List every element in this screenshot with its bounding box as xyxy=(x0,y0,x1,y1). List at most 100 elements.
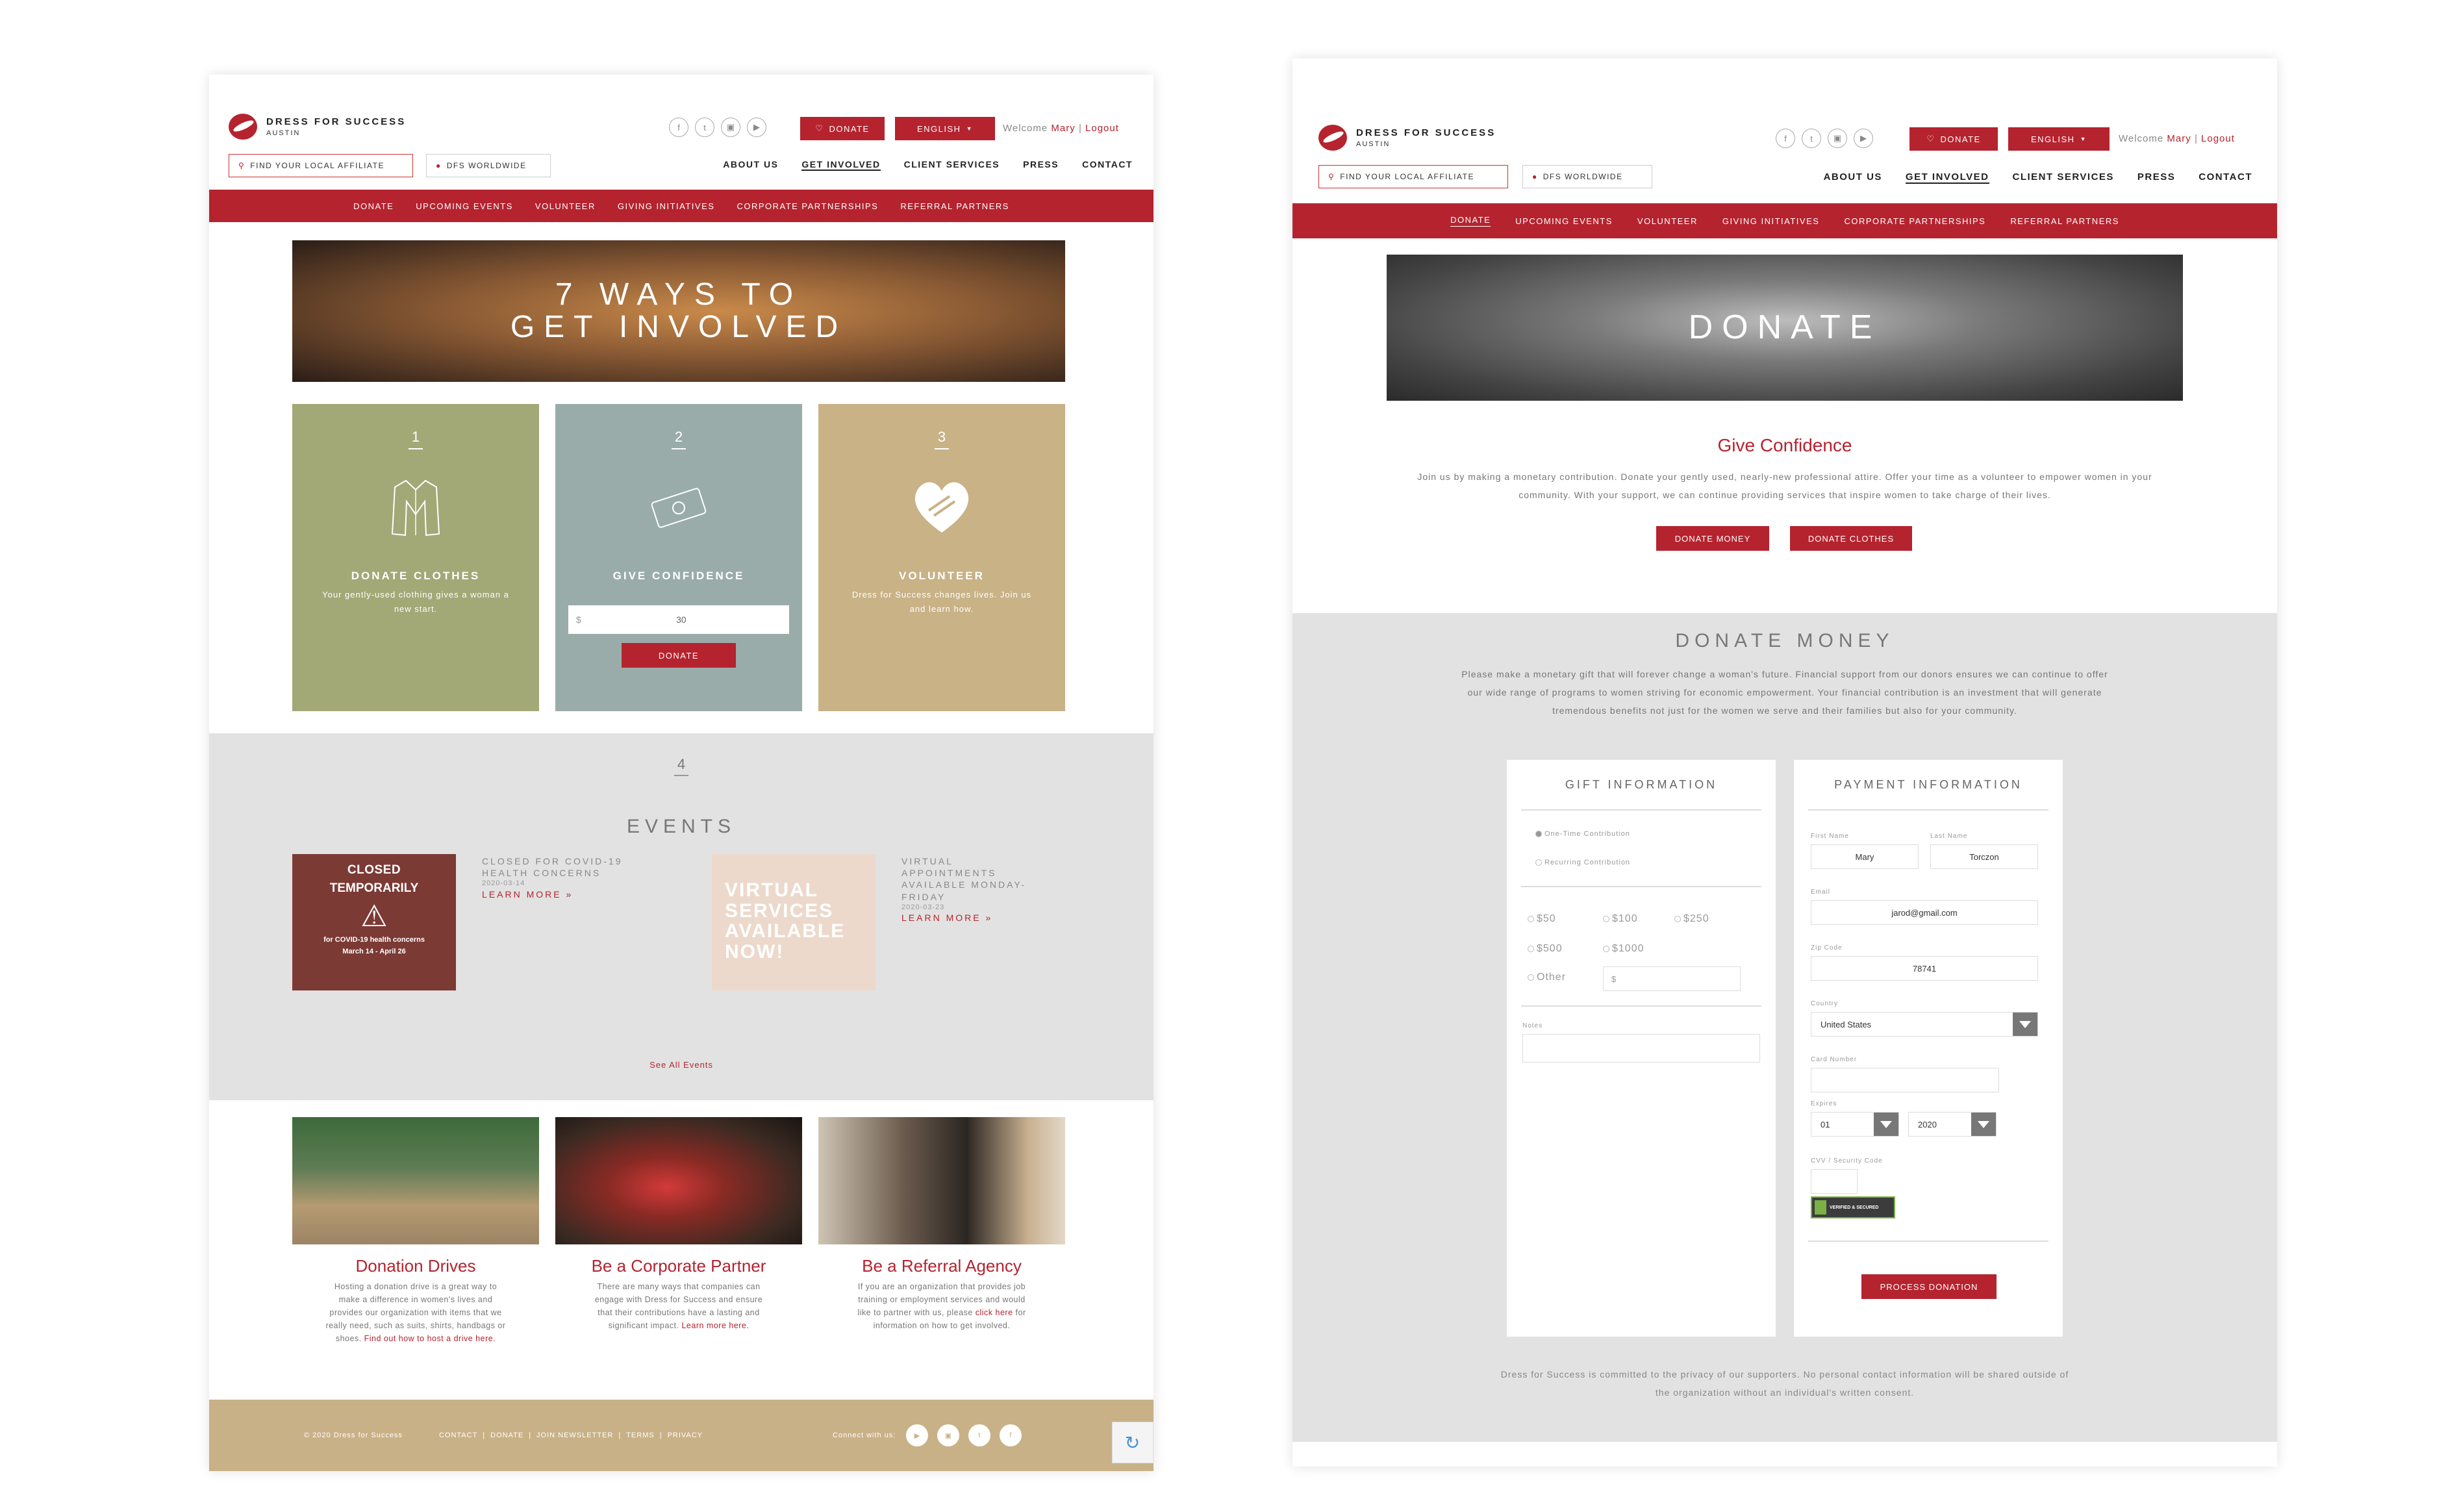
twitter-icon[interactable]: t xyxy=(1802,129,1821,148)
country-select[interactable]: United States xyxy=(1811,1012,2038,1037)
dfs-logo[interactable]: DRESS FOR SUCCESS AUSTIN xyxy=(229,114,406,140)
instagram-icon[interactable]: ▣ xyxy=(1828,129,1847,148)
dfs-worldwide-button[interactable]: ● DFS WORLDWIDE xyxy=(426,154,551,177)
sub-nav: DONATE UPCOMING EVENTS VOLUNTEER GIVING … xyxy=(209,190,1153,222)
closed-badge[interactable]: CLOSED TEMPORARILY ⚠ for COVID-19 health… xyxy=(292,854,456,990)
nav-contact[interactable]: CONTACT xyxy=(1082,159,1133,171)
zip-input[interactable]: 78741 xyxy=(1811,956,2038,981)
nav-client-services[interactable]: CLIENT SERVICES xyxy=(904,159,1000,171)
logout-link[interactable]: Logout xyxy=(1085,123,1119,134)
amount-100[interactable]: $100 xyxy=(1603,913,1638,925)
one-time-radio[interactable]: One-Time Contribution xyxy=(1535,830,1630,838)
twitter-icon[interactable]: t xyxy=(968,1424,991,1446)
email-input[interactable]: jarod@gmail.com xyxy=(1811,900,2038,925)
card-volunteer[interactable]: 3 VOLUNTEER Dress for Success changes li… xyxy=(818,404,1065,711)
promo-link[interactable]: Find out how to host a drive here. xyxy=(364,1334,496,1343)
nav-client-services[interactable]: CLIENT SERVICES xyxy=(2013,171,2114,184)
expiry-year-select[interactable]: 2020 xyxy=(1908,1112,1997,1137)
amount-1000[interactable]: $1000 xyxy=(1603,943,1644,955)
last-name-input[interactable]: Torczon xyxy=(1930,844,2038,869)
notes-textarea[interactable] xyxy=(1522,1034,1760,1063)
nav-get-involved[interactable]: GET INVOLVED xyxy=(801,159,881,171)
instagram-icon[interactable]: ▣ xyxy=(937,1424,960,1446)
user-link[interactable]: Mary xyxy=(1051,123,1075,134)
promo-link[interactable]: Learn more here. xyxy=(681,1321,749,1330)
subnav-donate[interactable]: DONATE xyxy=(1450,215,1491,227)
facebook-icon[interactable]: f xyxy=(1000,1424,1022,1446)
zip-label: Zip Code xyxy=(1811,944,1843,951)
amount-input[interactable]: $ 30 xyxy=(568,605,789,634)
event-2-learn-more[interactable]: LEARN MORE » xyxy=(901,912,1051,924)
process-donation-button[interactable]: PROCESS DONATION xyxy=(1861,1274,1997,1299)
footer-link-terms[interactable]: TERMS xyxy=(626,1431,655,1439)
nav-get-involved[interactable]: GET INVOLVED xyxy=(1905,171,1989,184)
subnav-upcoming-events[interactable]: UPCOMING EVENTS xyxy=(1515,216,1613,226)
donate-money-button[interactable]: DONATE MONEY xyxy=(1656,526,1769,551)
facebook-icon[interactable]: f xyxy=(669,118,688,137)
user-link[interactable]: Mary xyxy=(2167,133,2191,144)
donate-clothes-button[interactable]: DONATE CLOTHES xyxy=(1790,526,1912,551)
promo-link[interactable]: click here xyxy=(976,1308,1013,1317)
subnav-volunteer[interactable]: VOLUNTEER xyxy=(535,201,596,211)
virtual-badge[interactable]: VIRTUAL SERVICES AVAILABLE NOW! xyxy=(712,854,876,990)
nav-contact[interactable]: CONTACT xyxy=(2199,171,2252,184)
subnav-corporate-partnerships[interactable]: CORPORATE PARTNERSHIPS xyxy=(737,201,878,211)
subnav-referral-partners[interactable]: REFERRAL PARTNERS xyxy=(2010,216,2119,226)
subnav-giving-initiatives[interactable]: GIVING INITIATIVES xyxy=(618,201,715,211)
find-affiliate-button[interactable]: ⚲ FIND YOUR LOCAL AFFILIATE xyxy=(1318,165,1508,188)
promo-title[interactable]: Donation Drives xyxy=(292,1256,539,1276)
footer-connect: Connect with us: xyxy=(833,1431,896,1439)
jacket-icon xyxy=(391,479,440,536)
subnav-referral-partners[interactable]: REFERRAL PARTNERS xyxy=(900,201,1009,211)
card-donate-button[interactable]: DONATE xyxy=(622,643,736,668)
recaptcha-icon[interactable]: ↻ xyxy=(1112,1422,1153,1463)
promo-title[interactable]: Be a Referral Agency xyxy=(818,1256,1065,1276)
subnav-giving-initiatives[interactable]: GIVING INITIATIVES xyxy=(1722,216,1820,226)
footer-copyright: © 2020 Dress for Success xyxy=(304,1431,403,1439)
subnav-volunteer[interactable]: VOLUNTEER xyxy=(1637,216,1698,226)
twitter-icon[interactable]: t xyxy=(695,118,714,137)
youtube-icon[interactable]: ▶ xyxy=(906,1424,929,1446)
warning-icon: ⚠ xyxy=(360,899,388,933)
cvv-input[interactable] xyxy=(1811,1169,1858,1194)
nav-about-us[interactable]: ABOUT US xyxy=(1824,171,1882,184)
amount-other[interactable]: Other xyxy=(1528,972,1566,983)
find-affiliate-button[interactable]: ⚲ FIND YOUR LOCAL AFFILIATE xyxy=(229,154,413,177)
footer-link-newsletter[interactable]: JOIN NEWSLETTER xyxy=(536,1431,613,1439)
logout-link[interactable]: Logout xyxy=(2201,133,2235,144)
youtube-icon[interactable]: ▶ xyxy=(1854,129,1873,148)
first-name-input[interactable]: Mary xyxy=(1811,844,1919,869)
donate-header-button[interactable]: ♡ DONATE xyxy=(800,117,885,140)
youtube-icon[interactable]: ▶ xyxy=(747,118,766,137)
events-title: EVENTS xyxy=(626,816,737,837)
nav-press[interactable]: PRESS xyxy=(1023,159,1059,171)
expiry-month-select[interactable]: 01 xyxy=(1811,1112,1899,1137)
amount-500[interactable]: $500 xyxy=(1528,943,1563,955)
nav-about-us[interactable]: ABOUT US xyxy=(723,159,778,171)
footer-link-donate[interactable]: DONATE xyxy=(490,1431,523,1439)
amount-50[interactable]: $50 xyxy=(1528,913,1556,925)
nav-press[interactable]: PRESS xyxy=(2137,171,2175,184)
language-select[interactable]: ENGLISH ▼ xyxy=(2008,127,2110,151)
subnav-corporate-partnerships[interactable]: CORPORATE PARTNERSHIPS xyxy=(1844,216,1985,226)
subnav-donate[interactable]: DONATE xyxy=(353,201,394,211)
footer-link-privacy[interactable]: PRIVACY xyxy=(668,1431,703,1439)
first-name-label: First Name xyxy=(1811,833,1849,840)
dfs-logo[interactable]: DRESS FOR SUCCESS AUSTIN xyxy=(1318,125,1496,151)
promo-title[interactable]: Be a Corporate Partner xyxy=(555,1256,802,1276)
recurring-radio[interactable]: Recurring Contribution xyxy=(1535,859,1630,866)
amount-250[interactable]: $250 xyxy=(1674,913,1709,925)
promo-donation-drives: Donation Drives Hosting a donation drive… xyxy=(292,1117,539,1345)
see-all-events-link[interactable]: See All Events xyxy=(209,1060,1153,1070)
event-1-learn-more[interactable]: LEARN MORE » xyxy=(482,888,644,900)
subnav-upcoming-events[interactable]: UPCOMING EVENTS xyxy=(416,201,513,211)
other-amount-input[interactable]: $ xyxy=(1603,966,1741,991)
facebook-icon[interactable]: f xyxy=(1776,129,1795,148)
language-select[interactable]: ENGLISH ▼ xyxy=(895,117,995,140)
card-donate-clothes[interactable]: 1 DONATE CLOTHES Your gently-used clothi… xyxy=(292,404,539,711)
instagram-icon[interactable]: ▣ xyxy=(721,118,740,137)
donate-header-button[interactable]: ♡ DONATE xyxy=(1909,127,1998,151)
footer-link-contact[interactable]: CONTACT xyxy=(439,1431,477,1439)
card-number-input[interactable] xyxy=(1811,1068,1999,1092)
dfs-worldwide-button[interactable]: ● DFS WORLDWIDE xyxy=(1522,165,1652,188)
